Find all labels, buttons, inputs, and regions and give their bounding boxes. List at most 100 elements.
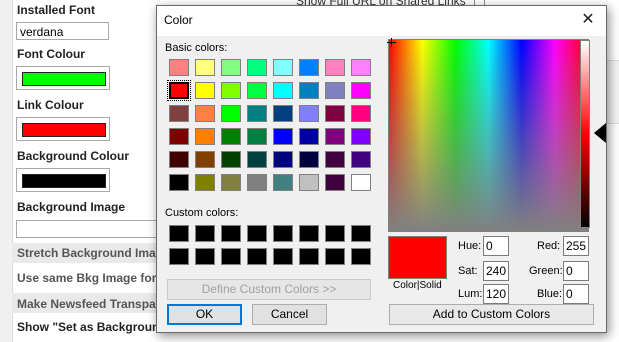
same-bkg-label: Use same Bkg Image for	[17, 271, 157, 285]
hue-input[interactable]: 0	[483, 236, 509, 256]
link-colour-picker[interactable]	[16, 117, 110, 141]
lum-label: Lum:	[458, 288, 483, 300]
add-to-custom-colors-button[interactable]: Add to Custom Colors	[389, 304, 594, 325]
luminance-arrow-icon[interactable]	[594, 123, 606, 143]
basic-color-swatch[interactable]	[351, 174, 371, 191]
basic-color-swatch[interactable]	[273, 59, 293, 76]
basic-color-swatch[interactable]	[325, 151, 345, 168]
basic-color-swatch[interactable]	[351, 59, 371, 76]
basic-color-swatch[interactable]	[273, 151, 293, 168]
basic-color-swatch[interactable]	[221, 59, 241, 76]
define-custom-colors-button[interactable]: Define Custom Colors >>	[167, 279, 371, 300]
stretch-bg-label: Stretch Background Imag	[17, 246, 164, 260]
hue-label: Hue:	[458, 240, 482, 252]
custom-color-swatch[interactable]	[195, 248, 215, 265]
red-label: Red:	[537, 240, 561, 252]
green-input[interactable]: 0	[563, 261, 589, 281]
custom-color-swatch[interactable]	[221, 225, 241, 242]
basic-color-swatch[interactable]	[273, 82, 293, 99]
custom-color-swatch[interactable]	[169, 225, 189, 242]
blue-input[interactable]: 0	[563, 284, 589, 304]
custom-color-swatch[interactable]	[325, 248, 345, 265]
set-as-background-label: Show "Set as Backgroun	[17, 320, 160, 334]
basic-color-swatch[interactable]	[195, 151, 215, 168]
custom-color-swatch[interactable]	[221, 248, 241, 265]
custom-colors-grid	[169, 225, 371, 265]
left-strip	[0, 0, 13, 342]
basic-color-swatch[interactable]	[221, 128, 241, 145]
lum-input[interactable]: 120	[483, 284, 509, 304]
red-input[interactable]: 255	[563, 236, 589, 256]
font-colour-picker[interactable]	[16, 66, 110, 90]
custom-color-swatch[interactable]	[195, 225, 215, 242]
basic-color-swatch[interactable]	[169, 174, 189, 191]
luminance-slider[interactable]	[580, 40, 590, 228]
custom-color-swatch[interactable]	[299, 225, 319, 242]
basic-color-swatch[interactable]	[325, 82, 345, 99]
blue-label: Blue:	[537, 288, 563, 300]
basic-color-swatch[interactable]	[273, 128, 293, 145]
basic-color-swatch[interactable]	[221, 82, 241, 99]
basic-color-swatch[interactable]	[299, 82, 319, 99]
basic-color-swatch[interactable]	[273, 105, 293, 122]
newsfeed-transparent-label: Make Newsfeed Transpar	[17, 297, 161, 311]
custom-color-swatch[interactable]	[351, 248, 371, 265]
basic-color-swatch[interactable]	[299, 59, 319, 76]
basic-colors-grid	[167, 59, 371, 191]
basic-color-swatch[interactable]	[351, 82, 371, 99]
crosshair-icon[interactable]	[387, 38, 396, 47]
basic-color-swatch[interactable]	[273, 174, 293, 191]
basic-color-swatch[interactable]	[169, 151, 189, 168]
basic-color-swatch[interactable]	[195, 82, 215, 99]
basic-color-swatch[interactable]	[351, 105, 371, 122]
basic-color-swatch[interactable]	[247, 82, 267, 99]
custom-color-swatch[interactable]	[247, 225, 267, 242]
basic-color-swatch[interactable]	[195, 174, 215, 191]
basic-color-swatch[interactable]	[299, 128, 319, 145]
custom-color-swatch[interactable]	[325, 225, 345, 242]
custom-color-swatch[interactable]	[299, 248, 319, 265]
basic-color-swatch[interactable]	[351, 128, 371, 145]
custom-color-swatch[interactable]	[247, 248, 267, 265]
ok-button[interactable]: OK	[167, 304, 242, 325]
custom-color-swatch[interactable]	[273, 225, 293, 242]
basic-color-swatch[interactable]	[195, 128, 215, 145]
custom-color-swatch[interactable]	[169, 248, 189, 265]
close-icon[interactable]: ✕	[570, 6, 606, 36]
basic-color-swatch[interactable]	[299, 151, 319, 168]
background-image-input[interactable]	[16, 220, 164, 238]
background-image-label: Background Image	[17, 200, 126, 214]
custom-color-swatch[interactable]	[273, 248, 293, 265]
installed-font-label: Installed Font	[17, 3, 95, 17]
custom-color-swatch[interactable]	[351, 225, 371, 242]
basic-color-swatch[interactable]	[299, 174, 319, 191]
basic-colors-label: Basic colors:	[165, 42, 228, 54]
basic-color-swatch[interactable]	[195, 59, 215, 76]
sat-input[interactable]: 240	[483, 261, 509, 281]
basic-color-swatch[interactable]	[247, 128, 267, 145]
basic-color-swatch[interactable]	[325, 128, 345, 145]
basic-color-swatch[interactable]	[221, 105, 241, 122]
basic-color-swatch[interactable]	[169, 128, 189, 145]
basic-color-swatch[interactable]	[325, 105, 345, 122]
basic-color-swatch[interactable]	[169, 105, 189, 122]
basic-color-swatch[interactable]	[247, 105, 267, 122]
color-spectrum[interactable]	[387, 38, 589, 232]
basic-color-swatch[interactable]	[167, 80, 191, 101]
basic-color-swatch[interactable]	[247, 151, 267, 168]
basic-color-swatch[interactable]	[247, 59, 267, 76]
basic-color-swatch[interactable]	[221, 151, 241, 168]
basic-color-swatch[interactable]	[325, 59, 345, 76]
basic-color-swatch[interactable]	[299, 105, 319, 122]
basic-color-swatch[interactable]	[351, 151, 371, 168]
cancel-button[interactable]: Cancel	[252, 304, 327, 325]
color-solid-label: Color|Solid	[393, 280, 442, 291]
installed-font-input[interactable]: verdana	[16, 22, 109, 40]
background-colour-picker[interactable]	[16, 168, 110, 192]
basic-color-swatch[interactable]	[169, 59, 189, 76]
basic-color-swatch[interactable]	[247, 174, 267, 191]
basic-color-swatch[interactable]	[221, 174, 241, 191]
sat-label: Sat:	[458, 265, 478, 277]
basic-color-swatch[interactable]	[325, 174, 345, 191]
basic-color-swatch[interactable]	[195, 105, 215, 122]
